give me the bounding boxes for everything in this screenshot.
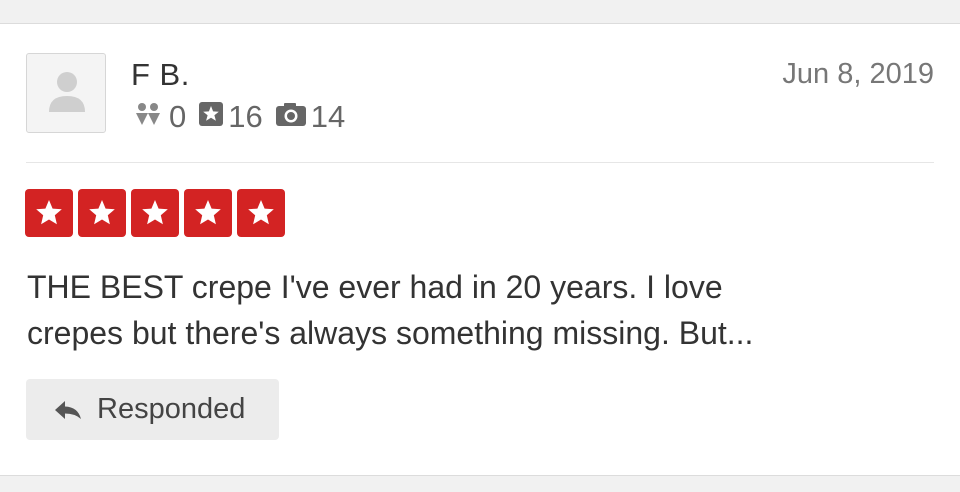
reply-arrow-icon [51, 395, 87, 425]
friends-stat: 0 [131, 99, 186, 135]
star-icon [142, 200, 168, 225]
review-date: Jun 8, 2019 [782, 58, 934, 90]
star-4 [184, 189, 232, 237]
user-avatar[interactable] [26, 53, 106, 133]
camera-icon [275, 99, 307, 135]
review-text-line-2: crepes but there's always something miss… [27, 315, 754, 351]
review-text[interactable]: THE BEST crepe I've ever had in 20 years… [27, 264, 942, 356]
star-2 [78, 189, 126, 237]
photos-count: 14 [310, 99, 346, 134]
friends-count: 0 [169, 99, 187, 134]
star-3 [131, 189, 179, 237]
reviews-stat: 16 [198, 99, 263, 135]
responded-label: Responded [97, 393, 246, 425]
star-icon [195, 200, 221, 225]
default-user-icon [49, 72, 85, 112]
star-5 [237, 189, 285, 237]
user-stats: 0 16 14 [131, 99, 345, 135]
review-star-icon [198, 99, 224, 135]
responded-button[interactable]: Responded [26, 379, 279, 440]
photos-stat: 14 [275, 99, 345, 135]
user-name[interactable]: F B. [131, 57, 190, 93]
review-text-line-1: THE BEST crepe I've ever had in 20 years… [27, 269, 723, 305]
star-icon [248, 200, 274, 225]
friends-icon [131, 99, 165, 135]
star-icon [36, 200, 62, 225]
reviews-count: 16 [228, 99, 263, 134]
star-1 [25, 189, 73, 237]
star-icon [89, 200, 115, 225]
header-divider [26, 162, 934, 163]
star-rating [25, 189, 290, 237]
review-card: F B. 0 16 14 Jun 8, 2019 THE BEST crepe … [0, 23, 960, 476]
